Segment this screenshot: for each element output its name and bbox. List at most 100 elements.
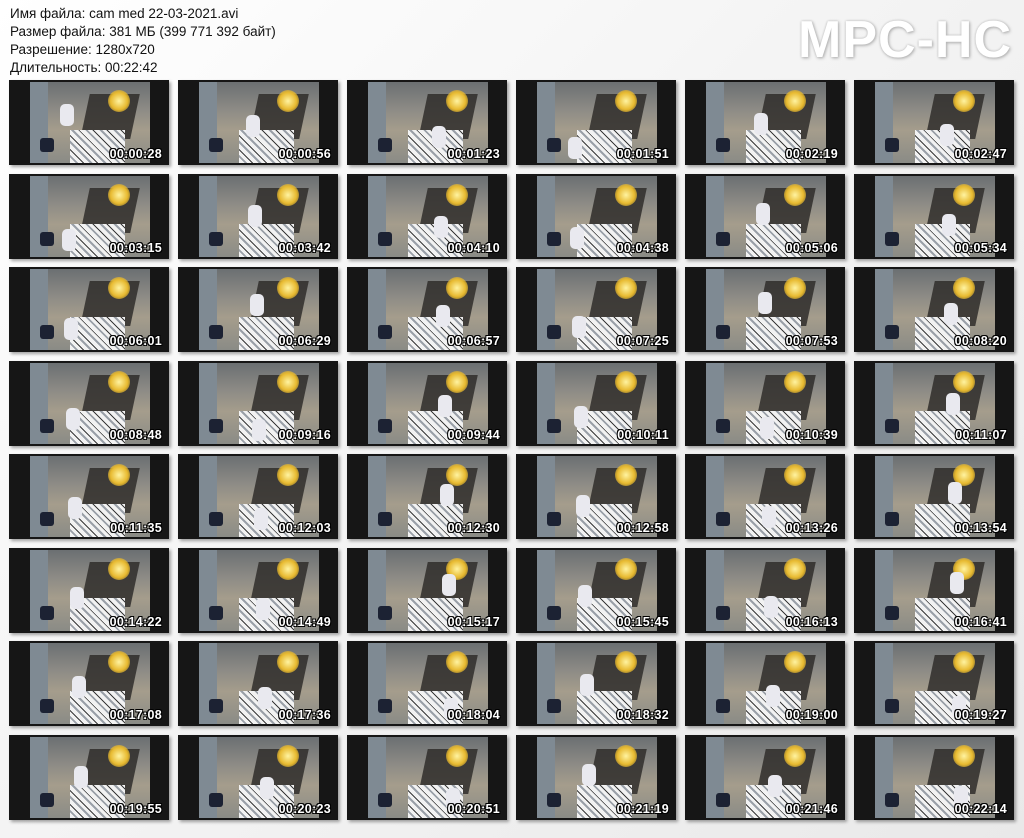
scene-lamp xyxy=(108,745,130,767)
scene-person xyxy=(940,124,954,146)
thumbnail-frame: 00:07:25 xyxy=(516,267,676,352)
timestamp-label: 00:15:17 xyxy=(447,615,500,629)
scene-chair xyxy=(40,232,54,246)
scene-person xyxy=(64,318,78,340)
timestamp-label: 00:15:45 xyxy=(616,615,669,629)
scene-chair xyxy=(716,138,730,152)
timestamp-label: 00:03:42 xyxy=(278,241,331,255)
scene-lamp xyxy=(277,277,299,299)
scene-person xyxy=(62,229,76,251)
scene-lamp xyxy=(446,371,468,393)
scene-person xyxy=(252,419,266,441)
timestamp-label: 00:18:04 xyxy=(447,708,500,722)
scene-lamp xyxy=(784,90,806,112)
thumbnail-grid: 00:00:28 00:00:56 00:01:23 00:01:51 00:02:19… xyxy=(0,0,1024,838)
timestamp-label: 00:14:49 xyxy=(278,615,331,629)
thumbnail-frame: 00:12:30 xyxy=(347,454,507,539)
scene-person xyxy=(768,775,782,797)
thumbnail-frame: 00:02:19 xyxy=(685,80,845,165)
timestamp-label: 00:05:06 xyxy=(785,241,838,255)
thumbnail-frame: 00:10:39 xyxy=(685,361,845,446)
scene-person xyxy=(72,676,86,698)
scene-chair xyxy=(547,512,561,526)
scene-lamp xyxy=(784,184,806,206)
thumbnail-frame: 00:19:27 xyxy=(854,641,1014,726)
scene-lamp xyxy=(446,90,468,112)
thumbnail-frame: 00:19:00 xyxy=(685,641,845,726)
timestamp-label: 00:02:47 xyxy=(954,147,1007,161)
scene-person xyxy=(568,137,582,159)
scene-chair xyxy=(547,699,561,713)
timestamp-label: 00:00:28 xyxy=(109,147,162,161)
scene-chair xyxy=(885,606,899,620)
scene-lamp xyxy=(108,558,130,580)
scene-chair xyxy=(547,325,561,339)
scene-chair xyxy=(378,793,392,807)
scene-person xyxy=(946,393,960,415)
scene-lamp xyxy=(446,184,468,206)
scene-chair xyxy=(716,699,730,713)
scene-lamp xyxy=(277,371,299,393)
scene-chair xyxy=(209,138,223,152)
scene-chair xyxy=(378,606,392,620)
scene-person xyxy=(948,482,962,504)
scene-chair xyxy=(716,419,730,433)
scene-chair xyxy=(547,793,561,807)
scene-person xyxy=(258,687,272,709)
scene-person xyxy=(250,294,264,316)
timestamp-label: 00:07:25 xyxy=(616,334,669,348)
scene-lamp xyxy=(953,90,975,112)
thumbnail-frame: 00:09:44 xyxy=(347,361,507,446)
timestamp-label: 00:19:55 xyxy=(109,802,162,816)
scene-person xyxy=(442,574,456,596)
scene-person xyxy=(942,214,956,236)
scene-lamp xyxy=(615,184,637,206)
thumbnail-frame: 00:01:23 xyxy=(347,80,507,165)
scene-chair xyxy=(885,699,899,713)
scene-chair xyxy=(885,232,899,246)
scene-lamp xyxy=(108,464,130,486)
thumbnail-frame: 00:19:55 xyxy=(9,735,169,820)
thumbnail-frame: 00:18:32 xyxy=(516,641,676,726)
scene-person xyxy=(580,674,594,696)
timestamp-label: 00:07:53 xyxy=(785,334,838,348)
scene-chair xyxy=(716,325,730,339)
scene-person xyxy=(576,495,590,517)
thumbnail-frame: 00:05:34 xyxy=(854,174,1014,259)
scene-person xyxy=(570,227,584,249)
scene-chair xyxy=(209,419,223,433)
scene-lamp xyxy=(784,651,806,673)
timestamp-label: 00:08:20 xyxy=(954,334,1007,348)
timestamp-label: 00:11:07 xyxy=(955,428,1007,442)
scene-chair xyxy=(378,419,392,433)
scene-person xyxy=(70,587,84,609)
scene-chair xyxy=(40,138,54,152)
scene-lamp xyxy=(615,745,637,767)
timestamp-label: 00:03:15 xyxy=(109,241,162,255)
thumbnail-frame: 00:20:23 xyxy=(178,735,338,820)
scene-person xyxy=(438,395,452,417)
thumbnail-frame: 00:07:53 xyxy=(685,267,845,352)
scene-person xyxy=(766,685,780,707)
timestamp-label: 00:19:27 xyxy=(954,708,1007,722)
scene-chair xyxy=(40,419,54,433)
scene-person xyxy=(754,113,768,135)
scene-person xyxy=(436,305,450,327)
scene-person xyxy=(68,497,82,519)
thumbnail-frame: 00:02:47 xyxy=(854,80,1014,165)
scene-chair xyxy=(716,793,730,807)
thumbnail-frame: 00:17:08 xyxy=(9,641,169,726)
scene-lamp xyxy=(953,277,975,299)
scene-chair xyxy=(885,138,899,152)
timestamp-label: 00:04:10 xyxy=(447,241,500,255)
scene-lamp xyxy=(784,745,806,767)
timestamp-label: 00:21:46 xyxy=(785,802,838,816)
scene-chair xyxy=(378,138,392,152)
scene-chair xyxy=(378,699,392,713)
timestamp-label: 00:19:00 xyxy=(785,708,838,722)
thumbnail-frame: 00:14:22 xyxy=(9,548,169,633)
scene-person xyxy=(248,205,262,227)
scene-person xyxy=(60,104,74,126)
thumbnail-frame: 00:03:42 xyxy=(178,174,338,259)
thumbnail-frame: 00:04:38 xyxy=(516,174,676,259)
